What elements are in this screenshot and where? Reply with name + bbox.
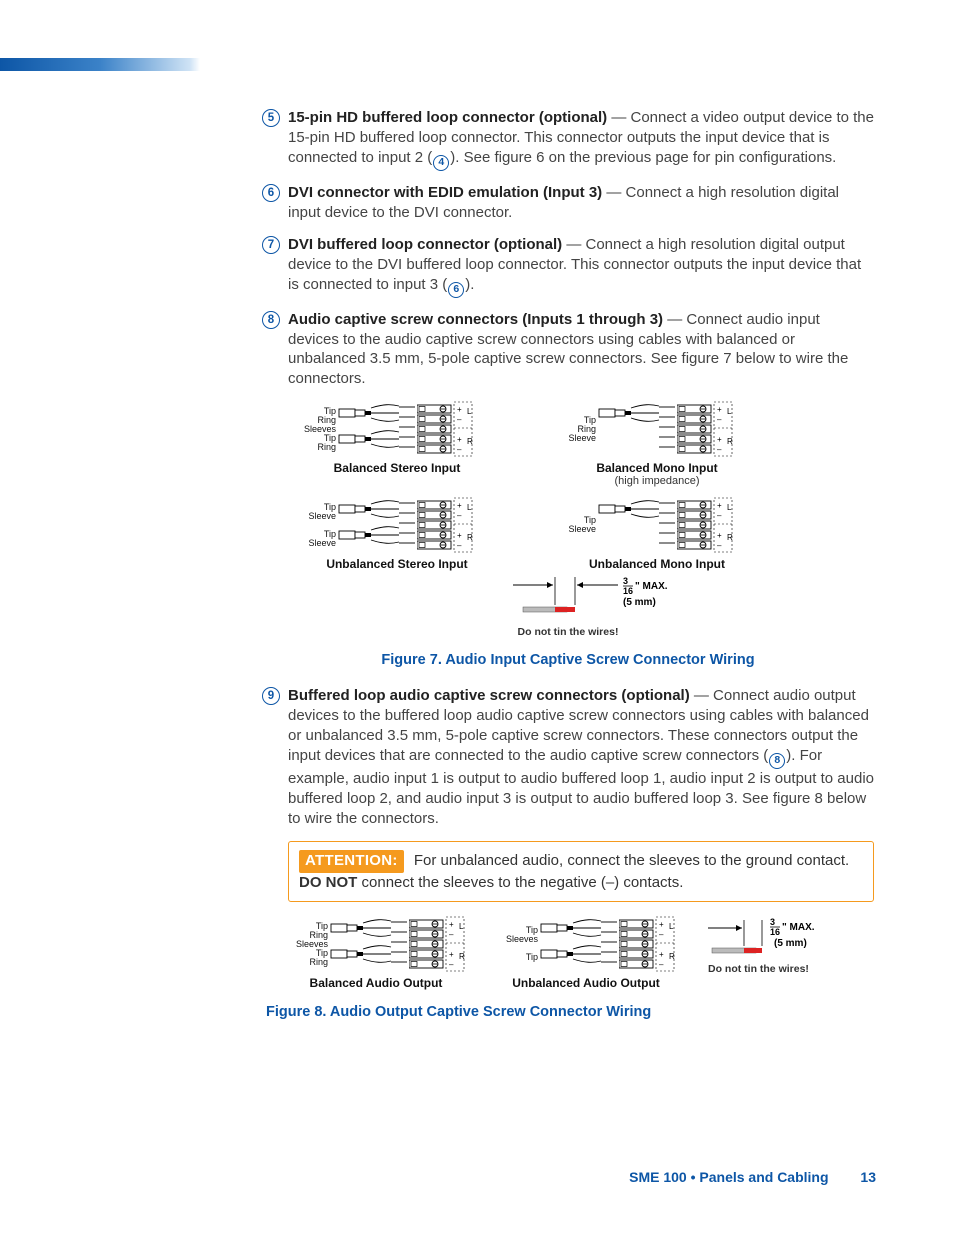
svg-text:3: 3 [623, 577, 628, 586]
svg-text:(5 mm): (5 mm) [774, 938, 807, 949]
svg-text:L: L [727, 503, 732, 512]
item-8-lead: Audio captive screw connectors (Inputs 1… [288, 311, 663, 328]
svg-text:16: 16 [623, 586, 633, 596]
item-5-text-b: ). See figure 6 on the previous page for… [450, 149, 836, 166]
svg-text:–: – [717, 541, 722, 550]
svg-text:+: + [717, 435, 722, 444]
strip-note-fig7: 3 16 " MAX. (5 mm) Do not tin the wires! [333, 577, 803, 638]
svg-text:+: + [449, 920, 454, 929]
svg-text:+: + [717, 531, 722, 540]
item-5-text: 15-pin HD buffered loop connector (optio… [288, 108, 874, 171]
diagram-unbalanced-audio-output: TipSleeves Tip [494, 916, 678, 990]
svg-text:+: + [717, 405, 722, 414]
svg-text:L: L [459, 922, 464, 931]
footer-page-number: 13 [860, 1169, 876, 1185]
svg-text:" MAX.: " MAX. [635, 581, 668, 592]
svg-text:–: – [449, 930, 454, 939]
svg-text:L: L [467, 407, 472, 416]
svg-text:L: L [669, 922, 674, 931]
svg-text:–: – [659, 960, 664, 969]
item-7-text-b: ). [465, 276, 474, 293]
item-6-text: DVI connector with EDID emulation (Input… [288, 183, 874, 223]
list-item-8: 8 Audio captive screw connectors (Inputs… [262, 310, 874, 390]
figure-8-caption: Figure 8. Audio Output Captive Screw Con… [266, 1004, 874, 1020]
footer-section: SME 100 • Panels and Cabling [629, 1169, 828, 1185]
svg-text:+: + [457, 501, 462, 510]
item-9-text: Buffered loop audio captive screw connec… [288, 686, 874, 829]
svg-text:+: + [717, 501, 722, 510]
attention-line1: For unbalanced audio, connect the sleeve… [414, 852, 849, 869]
svg-text:–: – [457, 445, 462, 454]
item-7-text: DVI buffered loop connector (optional) —… [288, 235, 874, 298]
svg-text:+: + [457, 531, 462, 540]
svg-text:–: – [717, 511, 722, 520]
attention-donot: DO NOT [299, 874, 357, 891]
strip-length-figure: 3 16 " MAX. (5 mm) [333, 577, 803, 619]
marker-8: 8 [262, 311, 280, 329]
diagram-unbalanced-stereo-input: TipSleeve TipSleeve [292, 497, 502, 571]
list-item-7: 7 DVI buffered loop connector (optional)… [262, 235, 874, 298]
item-6-lead: DVI connector with EDID emulation (Input… [288, 184, 602, 201]
attention-label: ATTENTION: [299, 850, 404, 873]
ref-8: 8 [769, 753, 785, 769]
diagram-unbalanced-mono-input: TipSleeve [552, 497, 762, 571]
item-8-text: Audio captive screw connectors (Inputs 1… [288, 310, 874, 390]
svg-text:" MAX.: " MAX. [782, 922, 815, 933]
svg-text:+: + [659, 920, 664, 929]
marker-9: 9 [262, 687, 280, 705]
diagram-balanced-mono-input: TipRingSleeve [552, 401, 762, 487]
list-item-9: 9 Buffered loop audio captive screw conn… [262, 686, 874, 829]
item-7-lead: DVI buffered loop connector (optional) [288, 236, 562, 253]
svg-text:–: – [457, 541, 462, 550]
svg-text:–: – [659, 930, 664, 939]
ref-6: 6 [448, 282, 464, 298]
diagram-balanced-audio-output: TipRingSleevesTipRing [284, 916, 468, 990]
attention-line2: connect the sleeves to the negative (–) … [357, 874, 683, 891]
svg-text:+: + [449, 950, 454, 959]
svg-text:–: – [717, 415, 722, 424]
item-5-lead: 15-pin HD buffered loop connector (optio… [288, 109, 607, 126]
svg-text:–: – [457, 415, 462, 424]
svg-text:+: + [457, 405, 462, 414]
list-item-6: 6 DVI connector with EDID emulation (Inp… [262, 183, 874, 223]
item-9-lead: Buffered loop audio captive screw connec… [288, 687, 690, 704]
main-content: 5 15-pin HD buffered loop connector (opt… [262, 108, 874, 1038]
svg-text:3: 3 [770, 917, 775, 927]
figure-7-diagrams: TipRingSleevesTipRing [262, 401, 874, 638]
strip-note-fig8: 3 16 " MAX. (5 mm) Do not tin the wires! [704, 916, 874, 975]
svg-text:(5 mm): (5 mm) [623, 597, 656, 608]
svg-text:–: – [457, 511, 462, 520]
svg-text:16: 16 [770, 927, 780, 937]
marker-7: 7 [262, 236, 280, 254]
figure-7-caption: Figure 7. Audio Input Captive Screw Conn… [262, 652, 874, 668]
do-not-tin-note-1: Do not tin the wires! [333, 626, 803, 638]
ref-4: 4 [433, 155, 449, 171]
diagram-balanced-stereo-input: TipRingSleevesTipRing [292, 401, 502, 487]
svg-text:L: L [727, 407, 732, 416]
list-item-5: 5 15-pin HD buffered loop connector (opt… [262, 108, 874, 171]
do-not-tin-note-2: Do not tin the wires! [708, 963, 874, 975]
svg-text:–: – [717, 445, 722, 454]
marker-6: 6 [262, 184, 280, 202]
header-gradient [0, 58, 200, 71]
page-footer: SME 100 • Panels and Cabling 13 [629, 1169, 876, 1185]
svg-text:+: + [457, 435, 462, 444]
svg-text:L: L [467, 503, 472, 512]
marker-5: 5 [262, 109, 280, 127]
attention-box: ATTENTION: For unbalanced audio, connect… [288, 841, 874, 903]
svg-text:+: + [659, 950, 664, 959]
svg-text:–: – [449, 960, 454, 969]
figure-8-diagrams: TipRingSleevesTipRing [284, 916, 874, 990]
